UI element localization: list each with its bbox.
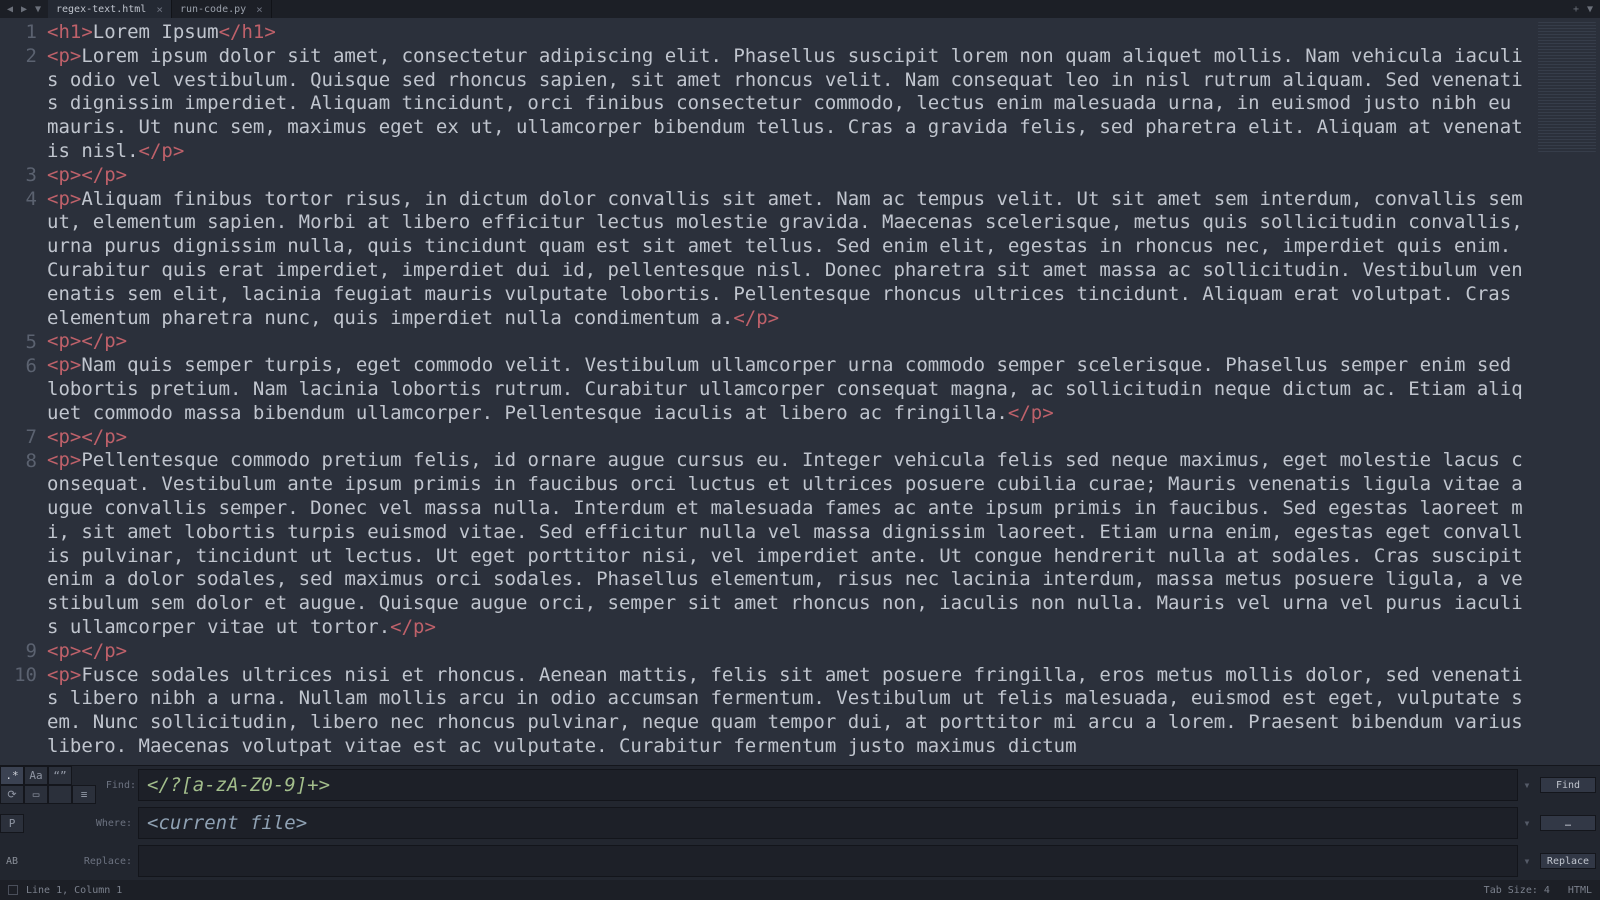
- find-replace-panel: .* Aa “” ⟳ ▭ ≡ Find: </?[a-zA-Z0-9]+> ▾ …: [0, 765, 1600, 880]
- ab-indicator: AB: [0, 856, 26, 867]
- code-area[interactable]: <h1>Lorem Ipsum</h1><p>Lorem ipsum dolor…: [45, 18, 1600, 765]
- replace-input[interactable]: [138, 845, 1518, 877]
- tab-label: regex-text.html: [56, 4, 146, 15]
- tab-bar: regex-text.html × run-code.py ×: [48, 0, 1570, 18]
- status-bar: Line 1, Column 1 Tab Size: 4 HTML: [0, 880, 1600, 900]
- replace-label: Replace:: [26, 856, 138, 867]
- toggle-wrap[interactable]: ⟳: [0, 785, 24, 804]
- tab-run-code[interactable]: run-code.py ×: [172, 0, 272, 18]
- toggle-highlight[interactable]: [48, 785, 72, 804]
- syntax-mode[interactable]: HTML: [1568, 885, 1592, 896]
- toggle-context[interactable]: ≡: [72, 785, 96, 804]
- new-tab-icon[interactable]: +: [1570, 4, 1582, 15]
- where-button[interactable]: …: [1540, 815, 1596, 831]
- tab-size[interactable]: Tab Size: 4: [1484, 885, 1550, 896]
- find-history-icon[interactable]: ▾: [1518, 778, 1536, 792]
- find-input[interactable]: </?[a-zA-Z0-9]+>: [138, 769, 1518, 801]
- gutter: 12345678910: [0, 18, 45, 765]
- tab-regex-text[interactable]: regex-text.html ×: [48, 0, 172, 18]
- where-history-icon[interactable]: ▾: [1518, 816, 1536, 830]
- titlebar: ◀ ▶ ▼ regex-text.html × run-code.py × + …: [0, 0, 1600, 18]
- nav-dropdown-icon[interactable]: ▼: [32, 4, 44, 15]
- toggle-case[interactable]: Aa: [24, 766, 48, 785]
- find-label: Find:: [104, 780, 138, 791]
- editor[interactable]: 12345678910 <h1>Lorem Ipsum</h1><p>Lorem…: [0, 18, 1600, 765]
- replace-button[interactable]: Replace: [1540, 853, 1596, 869]
- toggle-word[interactable]: “”: [48, 766, 72, 785]
- tab-menu-icon[interactable]: ▼: [1584, 4, 1596, 15]
- minimap[interactable]: [1538, 22, 1596, 152]
- find-button[interactable]: Find: [1540, 777, 1596, 793]
- where-label: Where:: [26, 818, 138, 829]
- toggle-in-selection[interactable]: ▭: [24, 785, 48, 804]
- cursor-position[interactable]: Line 1, Column 1: [26, 885, 122, 896]
- tab-label: run-code.py: [180, 4, 246, 15]
- toggle-preserve-case[interactable]: P: [0, 814, 24, 833]
- nav-arrows: ◀ ▶ ▼: [0, 4, 48, 15]
- panel-switcher-icon[interactable]: [8, 885, 18, 895]
- close-icon[interactable]: ×: [156, 3, 163, 16]
- where-input[interactable]: <current file>: [138, 807, 1518, 839]
- close-icon[interactable]: ×: [256, 3, 263, 16]
- toggle-regex[interactable]: .*: [0, 766, 24, 785]
- nav-back-icon[interactable]: ◀: [4, 4, 16, 15]
- nav-forward-icon[interactable]: ▶: [18, 4, 30, 15]
- replace-history-icon[interactable]: ▾: [1518, 854, 1536, 868]
